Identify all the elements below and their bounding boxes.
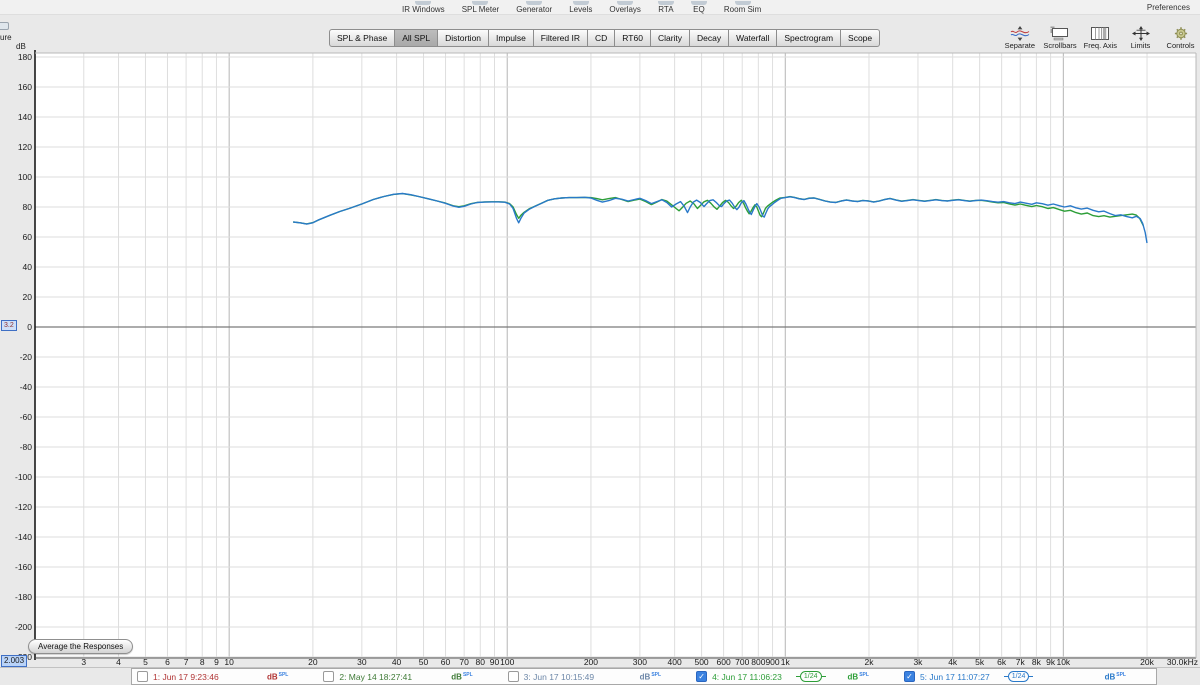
- x-axis-tick-label[interactable]: 4: [116, 657, 121, 667]
- measurement-item: ✓ 4: Jun 17 11:06:23 1/24 dBSPL: [691, 669, 899, 684]
- y-axis-tick-label[interactable]: 120: [18, 142, 32, 152]
- measurement-item: 3: Jun 17 10:15:49 dBSPL: [503, 669, 691, 684]
- y-axis-tick-label[interactable]: -180: [15, 592, 32, 602]
- y-axis-tick-label[interactable]: -40: [20, 382, 33, 392]
- x-axis-tick-label[interactable]: 600: [717, 657, 731, 667]
- x-axis-tick-label[interactable]: 30: [357, 657, 367, 667]
- x-axis-tick-label[interactable]: 4k: [948, 657, 958, 667]
- y-axis-tick-label[interactable]: 60: [23, 232, 33, 242]
- measurement-checkbox[interactable]: [323, 671, 334, 682]
- y-axis-tick-label[interactable]: -200: [15, 622, 32, 632]
- measurement-item: ✓ 5: Jun 17 11:07:27 1/24 dBSPL: [899, 669, 1156, 684]
- y-axis-tick-label[interactable]: -80: [20, 442, 33, 452]
- measurement-unit: dBSPL: [451, 672, 472, 682]
- measurement-unit: dBSPL: [267, 672, 288, 682]
- x-axis-tick-label[interactable]: 9: [214, 657, 219, 667]
- measurement-name[interactable]: 5: Jun 17 11:07:27: [920, 672, 990, 682]
- measurement-unit: dBSPL: [640, 672, 661, 682]
- smoothing-indicator[interactable]: 1/24: [796, 671, 826, 682]
- x-axis-tick-label[interactable]: 7: [184, 657, 189, 667]
- x-axis-tick-label[interactable]: 30.0kHz: [1167, 657, 1198, 667]
- x-axis-tick-label[interactable]: 5: [143, 657, 148, 667]
- x-axis-tick-label[interactable]: 6k: [997, 657, 1007, 667]
- y-axis-tick-label[interactable]: 40: [23, 262, 33, 272]
- measurement-name[interactable]: 1: Jun 17 9:23:46: [153, 672, 219, 682]
- x-axis-tick-label[interactable]: 80: [476, 657, 486, 667]
- x-axis-tick-label[interactable]: 2k: [864, 657, 874, 667]
- measurement-item: 1: Jun 17 9:23:46 dBSPL: [132, 669, 318, 684]
- y-axis-tick-label[interactable]: -140: [15, 532, 32, 542]
- x-axis-tick-label[interactable]: 100: [500, 657, 514, 667]
- measurement-name[interactable]: 4: Jun 17 11:06:23: [712, 672, 782, 682]
- smoothing-value: 1/24: [1008, 671, 1030, 682]
- y-axis-tick-label[interactable]: 160: [18, 82, 32, 92]
- x-axis-tick-label[interactable]: 20k: [1140, 657, 1154, 667]
- x-axis-tick-label[interactable]: 3k: [913, 657, 923, 667]
- unit-qualifier: SPL: [463, 672, 473, 678]
- measurement-unit: dBSPL: [848, 672, 869, 682]
- measurement-checkbox[interactable]: ✓: [904, 671, 915, 682]
- x-axis-min-edit-field[interactable]: 2.003: [1, 655, 27, 667]
- x-axis-tick-label[interactable]: 300: [633, 657, 647, 667]
- unit-qualifier: SPL: [859, 672, 869, 678]
- x-axis-tick-label[interactable]: 70: [459, 657, 469, 667]
- y-axis-edit-field[interactable]: 3.2: [1, 320, 17, 331]
- measurement-bar: 1: Jun 17 9:23:46dBSPL2: May 14 18:27:41…: [131, 668, 1157, 685]
- x-axis-tick-label[interactable]: 1k: [781, 657, 791, 667]
- y-axis-tick-label[interactable]: 20: [23, 292, 33, 302]
- measurement-item: 2: May 14 18:27:41 dBSPL: [318, 669, 502, 684]
- x-axis-tick-label[interactable]: 3: [81, 657, 86, 667]
- measurement-checkbox[interactable]: [137, 671, 148, 682]
- unit-qualifier: SPL: [279, 672, 289, 678]
- x-axis-tick-label[interactable]: 700: [735, 657, 749, 667]
- x-axis-tick-label[interactable]: 800: [751, 657, 765, 667]
- unit-qualifier: SPL: [651, 672, 661, 678]
- y-axis-tick-label[interactable]: -20: [20, 352, 33, 362]
- measurement-name[interactable]: 3: Jun 17 10:15:49: [524, 672, 594, 682]
- x-axis-tick-label[interactable]: 90: [490, 657, 500, 667]
- x-axis-tick-label[interactable]: 200: [584, 657, 598, 667]
- x-axis-tick-label[interactable]: 50: [419, 657, 429, 667]
- y-axis-tick-label[interactable]: -100: [15, 472, 32, 482]
- average-responses-button[interactable]: Average the Responses: [28, 639, 133, 654]
- y-axis-tick-label[interactable]: 100: [18, 172, 32, 182]
- spl-frequency-chart[interactable]: -220-200-180-160-140-120-100-80-60-40-20…: [0, 0, 1200, 685]
- y-axis-tick-label[interactable]: 180: [18, 52, 32, 62]
- measurement-checkbox[interactable]: [508, 671, 519, 682]
- x-axis-tick-label[interactable]: 20: [308, 657, 318, 667]
- y-axis-tick-label[interactable]: 140: [18, 112, 32, 122]
- y-axis-tick-label[interactable]: 80: [23, 202, 33, 212]
- x-axis-tick-label[interactable]: 7k: [1016, 657, 1026, 667]
- x-axis-tick-label[interactable]: 8k: [1032, 657, 1042, 667]
- x-axis-tick-label[interactable]: 400: [668, 657, 682, 667]
- x-axis-tick-label[interactable]: 8: [200, 657, 205, 667]
- smoothing-value: 1/24: [800, 671, 822, 682]
- x-axis-tick-label[interactable]: 40: [392, 657, 402, 667]
- measurement-checkbox[interactable]: ✓: [696, 671, 707, 682]
- y-axis-tick-label[interactable]: -60: [20, 412, 33, 422]
- x-axis-tick-label[interactable]: 900: [765, 657, 779, 667]
- y-axis-tick-label[interactable]: -160: [15, 562, 32, 572]
- x-axis-tick-label[interactable]: 6: [165, 657, 170, 667]
- x-axis-tick-label[interactable]: 60: [441, 657, 451, 667]
- smoothing-indicator[interactable]: 1/24: [1004, 671, 1034, 682]
- x-axis-tick-label[interactable]: 5k: [975, 657, 985, 667]
- unit-qualifier: SPL: [1116, 672, 1126, 678]
- x-axis-tick-label[interactable]: 500: [694, 657, 708, 667]
- x-axis-tick-label[interactable]: 10: [224, 657, 234, 667]
- x-axis-tick-label[interactable]: 9k: [1046, 657, 1056, 667]
- x-axis-tick-label[interactable]: 10k: [1056, 657, 1070, 667]
- y-axis-tick-label[interactable]: 0: [27, 322, 32, 332]
- y-axis-tick-label[interactable]: -120: [15, 502, 32, 512]
- measurement-name[interactable]: 2: May 14 18:27:41: [339, 672, 412, 682]
- measurement-unit: dBSPL: [1105, 672, 1126, 682]
